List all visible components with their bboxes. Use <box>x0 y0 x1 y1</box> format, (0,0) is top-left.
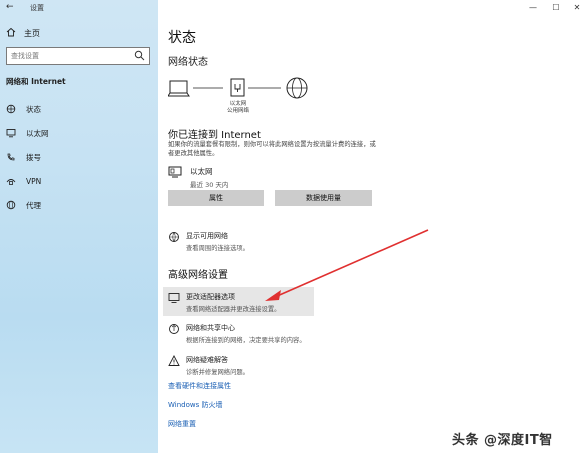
sidebar: ← 设置 主页 网络和 Internet 状态 以太网 <box>0 0 158 453</box>
app-title: 设置 <box>30 4 44 12</box>
connected-description: 如果你的流量套餐有限制，则你可以将此网络设置为按流量计费的连接，或者更改其他属性… <box>168 141 376 157</box>
adapter-monitor-icon <box>168 292 180 313</box>
sidebar-item-vpn[interactable]: VPN <box>0 169 158 193</box>
sharing-center-title: 网络和共享中心 <box>186 324 235 332</box>
advanced-settings-heading: 高级网络设置 <box>168 270 228 281</box>
troubleshooter-title: 网络疑难解答 <box>186 356 228 364</box>
network-diagram: 以太网 公用网络 <box>168 76 318 120</box>
search-input[interactable] <box>11 52 129 60</box>
laptop-icon <box>168 80 190 97</box>
sidebar-item-label: 拨号 <box>26 152 41 162</box>
sidebar-item-status[interactable]: 状态 <box>0 97 158 121</box>
data-usage-button[interactable]: 数据使用量 <box>275 190 372 206</box>
back-arrow-icon[interactable]: ← <box>6 2 14 12</box>
ethernet-monitor-icon <box>6 128 16 138</box>
properties-button[interactable]: 属性 <box>168 190 264 206</box>
watermark-text: 头条 @深度IT智 <box>452 433 553 448</box>
connected-heading: 你已连接到 Internet <box>168 130 261 141</box>
adapter-options-desc: 查看网络适配器并更改连接设置。 <box>186 306 281 313</box>
home-label: 主页 <box>24 28 40 38</box>
wifi-globe-icon <box>168 231 180 252</box>
ethernet-subtext: 最近 30 天内 <box>190 181 229 189</box>
phone-dialup-icon <box>6 152 16 162</box>
sidebar-item-label: VPN <box>26 176 42 186</box>
show-networks-desc: 查看周围的连接选项。 <box>186 245 249 252</box>
ethernet-status: 以太网 最近 30 天内 <box>168 166 228 189</box>
sidebar-item-dialup[interactable]: 拨号 <box>0 145 158 169</box>
search-icon[interactable] <box>134 50 145 61</box>
sharing-center-desc: 根据所连接到的网络，决定要共享的内容。 <box>186 337 306 344</box>
show-networks-title: 显示可用网络 <box>186 232 228 240</box>
vpn-icon <box>6 176 16 186</box>
sidebar-item-label: 代理 <box>26 200 41 210</box>
warning-icon <box>168 355 180 376</box>
sidebar-item-ethernet[interactable]: 以太网 <box>0 121 158 145</box>
ethernet-monitor-icon <box>168 166 182 189</box>
internet-globe-icon <box>286 77 308 99</box>
globe-status-icon <box>6 104 16 114</box>
sharing-center-option[interactable]: 网络和共享中心 根据所连接到的网络，决定要共享的内容。 <box>168 323 306 344</box>
show-networks-option[interactable]: 显示可用网络 查看周围的连接选项。 <box>168 231 249 252</box>
windows-firewall-link[interactable]: Windows 防火墙 <box>168 400 222 410</box>
network-reset-link[interactable]: 网络重置 <box>168 419 196 429</box>
sidebar-item-home[interactable]: 主页 <box>6 27 40 39</box>
hardware-properties-link[interactable]: 查看硬件和连接属性 <box>168 381 231 391</box>
page-title: 状态 <box>168 30 196 46</box>
troubleshooter-option[interactable]: 网络疑难解答 诊断并修复网络问题。 <box>168 355 249 376</box>
section-label: 网络和 Internet <box>6 77 66 86</box>
change-adapter-options[interactable]: 更改适配器选项 查看网络适配器并更改连接设置。 <box>168 292 280 313</box>
ethernet-name: 以太网 <box>190 167 213 176</box>
adapter-options-title: 更改适配器选项 <box>186 293 235 301</box>
network-type-label: 公用网络 <box>226 108 249 114</box>
globe-proxy-icon <box>6 200 16 210</box>
search-box[interactable] <box>6 47 150 65</box>
network-status-heading: 网络状态 <box>168 57 208 68</box>
sidebar-nav: 状态 以太网 拨号 VPN 代理 <box>0 97 158 217</box>
main-content: 状态 网络状态 以太网 公用网络 你已连接到 Internet 如果你的流量套餐… <box>158 0 588 453</box>
home-icon <box>6 27 16 39</box>
sidebar-item-label: 以太网 <box>26 128 49 138</box>
sidebar-item-label: 状态 <box>26 104 41 114</box>
title-bar: ← 设置 <box>0 0 158 14</box>
adapter-label: 以太网 <box>229 101 247 107</box>
sharing-center-icon <box>168 323 180 344</box>
troubleshooter-desc: 诊断并修复网络问题。 <box>186 369 249 376</box>
ethernet-port-icon <box>230 78 245 97</box>
sidebar-item-proxy[interactable]: 代理 <box>0 193 158 217</box>
